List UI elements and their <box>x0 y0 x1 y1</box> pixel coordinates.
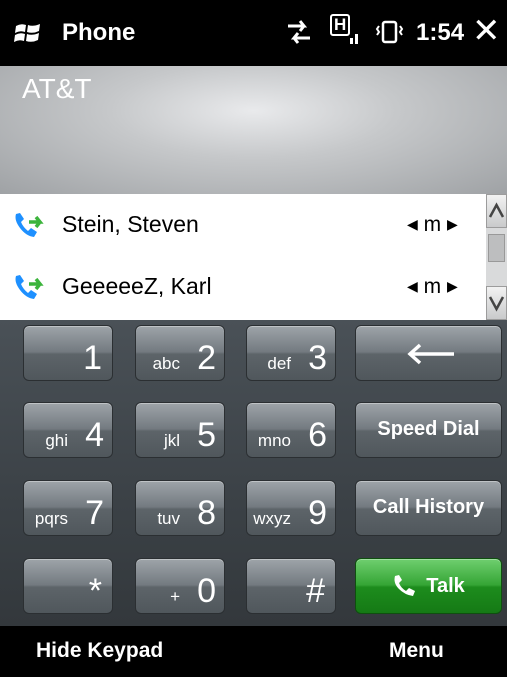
list-item[interactable]: GeeeeeZ, Karl ◀ m ▶ <box>0 256 486 318</box>
left-arrow-icon[interactable]: ◀ <box>407 278 418 294</box>
key-3[interactable]: def 3 <box>246 325 336 381</box>
softkey-bar: Hide Keypad Menu <box>0 626 507 677</box>
sync-arrows-icon <box>288 20 310 44</box>
scroll-down-button[interactable] <box>486 286 507 320</box>
contact-name: GeeeeeZ, Karl <box>62 273 212 299</box>
key-digit: 0 <box>197 572 216 610</box>
dial-keypad: 1 abc 2 def 3 ghi 4 jkl 5 mno 6 Speed Di… <box>0 320 507 626</box>
scroll-up-button[interactable] <box>486 194 507 228</box>
key-0[interactable]: + 0 <box>135 558 225 614</box>
key-hash[interactable]: # <box>246 558 336 614</box>
speed-dial-label: Speed Dial <box>377 418 480 440</box>
key-letters: + <box>170 587 180 606</box>
close-icon[interactable]: ✕ <box>472 14 501 48</box>
left-arrow-icon[interactable]: ◀ <box>407 216 418 232</box>
key-letters: tuv <box>157 509 180 528</box>
talk-label: Talk <box>426 574 465 597</box>
key-digit: * <box>88 572 102 610</box>
key-digit: 3 <box>308 339 327 377</box>
key-star[interactable]: * <box>23 558 113 614</box>
signal-icon: H <box>330 14 358 48</box>
call-history-button[interactable]: Call History <box>355 480 502 536</box>
key-5[interactable]: jkl 5 <box>135 402 225 458</box>
right-arrow-icon[interactable]: ▶ <box>447 216 458 232</box>
scroll-thumb[interactable] <box>488 234 505 262</box>
chevron-down-icon <box>488 296 505 312</box>
vibrate-icon <box>375 20 404 44</box>
key-digit: 2 <box>197 339 216 377</box>
key-letters: abc <box>152 354 180 373</box>
app-title: Phone <box>62 19 136 46</box>
key-digit: 7 <box>85 494 104 532</box>
number-type-picker[interactable]: ◀ m ▶ <box>407 213 458 237</box>
key-1[interactable]: 1 <box>23 325 113 381</box>
key-digit: 8 <box>197 494 216 532</box>
key-9[interactable]: wxyz 9 <box>246 480 336 536</box>
key-letters: jkl <box>163 431 180 450</box>
backspace-arrow-icon <box>407 343 454 365</box>
key-letters: def <box>267 354 291 373</box>
key-digit: 6 <box>308 416 327 454</box>
hide-keypad-softkey[interactable]: Hide Keypad <box>36 639 163 663</box>
speed-dial-button[interactable]: Speed Dial <box>355 402 502 458</box>
key-2[interactable]: abc 2 <box>135 325 225 381</box>
key-letters: mno <box>257 431 291 450</box>
carrier-panel: AT&T <box>0 66 507 194</box>
contact-name: Stein, Steven <box>62 211 199 237</box>
backspace-button[interactable] <box>355 325 502 381</box>
key-digit: 4 <box>85 416 104 454</box>
carrier-name: AT&T <box>22 73 92 104</box>
chevron-up-icon <box>488 202 505 218</box>
list-item[interactable]: Stein, Steven ◀ m ▶ <box>0 194 486 256</box>
key-digit: 9 <box>308 494 327 532</box>
key-digit: # <box>306 572 325 610</box>
windows-logo-icon[interactable] <box>14 20 42 46</box>
scrollbar[interactable] <box>486 194 507 320</box>
key-4[interactable]: ghi 4 <box>23 402 113 458</box>
menu-softkey[interactable]: Menu <box>389 639 444 663</box>
key-7[interactable]: pqrs 7 <box>23 480 113 536</box>
phone-call-icon <box>15 275 44 299</box>
network-indicator: H <box>330 14 351 36</box>
title-bar: Phone H 1:54 ✕ <box>0 0 507 66</box>
key-digit: 1 <box>83 339 102 377</box>
right-arrow-icon[interactable]: ▶ <box>447 278 458 294</box>
number-type-picker[interactable]: ◀ m ▶ <box>407 275 458 299</box>
phone-call-icon <box>394 575 416 596</box>
key-letters: wxyz <box>253 509 291 528</box>
key-8[interactable]: tuv 8 <box>135 480 225 536</box>
key-letters: pqrs <box>34 509 68 528</box>
clock: 1:54 <box>416 19 465 46</box>
talk-button[interactable]: Talk <box>355 558 502 614</box>
key-digit: 5 <box>197 416 216 454</box>
talk-button-content: Talk <box>356 574 501 598</box>
phone-call-icon <box>15 213 44 237</box>
key-letters: ghi <box>45 431 68 450</box>
key-6[interactable]: mno 6 <box>246 402 336 458</box>
number-type-label: m <box>423 275 442 298</box>
call-history-label: Call History <box>372 496 485 518</box>
contact-suggestion-list: Stein, Steven ◀ m ▶ GeeeeeZ, Karl ◀ m ▶ <box>0 194 507 320</box>
number-type-label: m <box>423 213 442 236</box>
